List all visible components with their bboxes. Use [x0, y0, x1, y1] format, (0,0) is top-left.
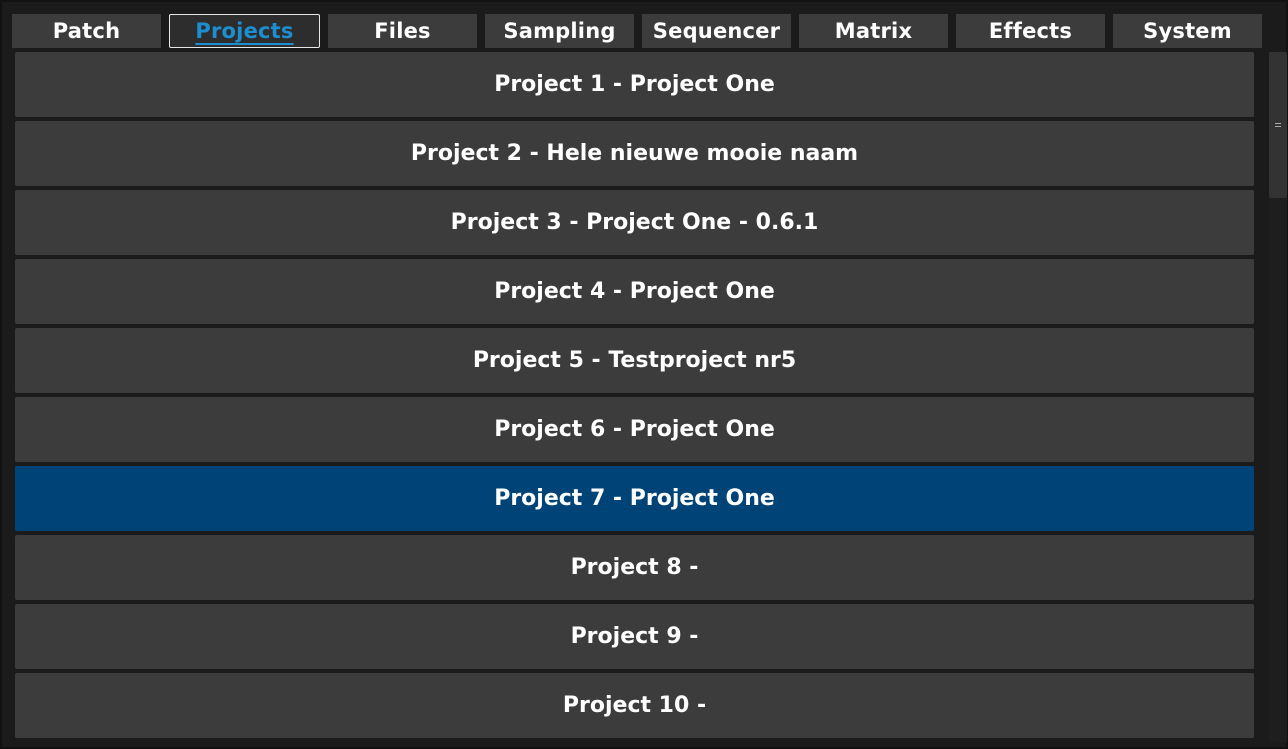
list-scrollbar[interactable] — [1269, 52, 1287, 742]
project-item-8[interactable]: Project 8 - — [15, 535, 1254, 600]
project-item-6[interactable]: Project 6 - Project One — [15, 397, 1254, 462]
project-label: Project 5 - Testproject nr5 — [472, 348, 797, 373]
tab-patch[interactable]: Patch — [12, 14, 161, 48]
tab-sequencer[interactable]: Sequencer — [642, 14, 791, 48]
grip-lines-icon — [1275, 123, 1281, 127]
project-label: Project 10 - — [562, 693, 707, 718]
project-list: Project 1 - Project One Project 2 - Hele… — [15, 52, 1254, 742]
project-item-3[interactable]: Project 3 - Project One - 0.6.1 — [15, 190, 1254, 255]
tab-bar: Patch Projects Files Sampling Sequencer … — [12, 14, 1262, 50]
project-label: Project 8 - — [570, 555, 699, 580]
project-item-2[interactable]: Project 2 - Hele nieuwe mooie naam — [15, 121, 1254, 186]
tab-projects[interactable]: Projects — [169, 14, 320, 48]
project-label: Project 4 - Project One — [494, 279, 775, 304]
project-item-10[interactable]: Project 10 - — [15, 673, 1254, 738]
tab-files[interactable]: Files — [328, 14, 477, 48]
project-label: Project 9 - — [570, 624, 699, 649]
tab-label: Sampling — [503, 19, 616, 43]
tab-label: Patch — [52, 19, 121, 43]
tab-label: Files — [374, 19, 431, 43]
project-label: Project 7 - Project One — [494, 486, 775, 511]
tab-effects[interactable]: Effects — [956, 14, 1105, 48]
tab-matrix[interactable]: Matrix — [799, 14, 948, 48]
project-item-7[interactable]: Project 7 - Project One — [15, 466, 1254, 531]
tab-sampling[interactable]: Sampling — [485, 14, 634, 48]
project-item-9[interactable]: Project 9 - — [15, 604, 1254, 669]
project-label: Project 1 - Project One — [494, 72, 775, 97]
project-item-1[interactable]: Project 1 - Project One — [15, 52, 1254, 117]
project-item-5[interactable]: Project 5 - Testproject nr5 — [15, 328, 1254, 393]
project-item-4[interactable]: Project 4 - Project One — [15, 259, 1254, 324]
tab-label: Sequencer — [652, 19, 781, 43]
tab-label: System — [1143, 19, 1232, 43]
tab-label: Projects — [195, 19, 294, 43]
project-label: Project 2 - Hele nieuwe mooie naam — [410, 141, 859, 166]
tab-system[interactable]: System — [1113, 14, 1262, 48]
project-label: Project 6 - Project One — [494, 417, 775, 442]
tab-label: Matrix — [834, 19, 913, 43]
scrollbar-thumb[interactable] — [1269, 52, 1287, 198]
tab-label: Effects — [988, 19, 1073, 43]
projects-screen: Patch Projects Files Sampling Sequencer … — [0, 0, 1288, 749]
project-label: Project 3 - Project One - 0.6.1 — [450, 210, 819, 235]
